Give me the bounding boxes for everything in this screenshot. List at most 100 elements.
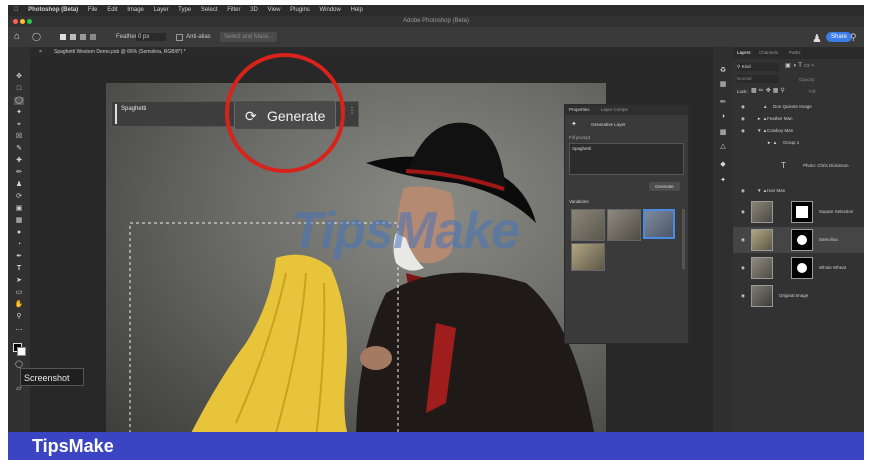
path-select-tool-icon[interactable]: ➤: [14, 277, 24, 285]
dodge-tool-icon[interactable]: ◔: [14, 241, 24, 249]
lasso-tool-icon[interactable]: ◯: [14, 97, 24, 105]
variation-thumbnail[interactable]: [607, 209, 641, 241]
variations-scrollbar[interactable]: [682, 209, 685, 269]
menu-help[interactable]: Help: [351, 7, 363, 13]
quick-select-tool-icon[interactable]: ✦: [14, 109, 24, 117]
variation-thumbnail[interactable]: [571, 243, 605, 271]
hand-tool-icon[interactable]: ✋: [14, 301, 24, 309]
libraries-panel-icon[interactable]: △: [718, 143, 728, 151]
lasso-tool-preset-icon[interactable]: ◯: [32, 27, 41, 47]
brushes-panel-icon[interactable]: ✏: [718, 99, 728, 107]
more-options-icon[interactable]: ⋮: [348, 106, 356, 115]
layer-row[interactable]: ◉ ▼ ▲ Cowboy Man: [733, 125, 864, 137]
share-button[interactable]: Share: [826, 32, 853, 42]
eye-icon[interactable]: ◉: [741, 101, 745, 113]
styles-panel-icon[interactable]: ◆: [718, 161, 728, 169]
frame-tool-icon[interactable]: ☒: [14, 133, 24, 141]
zoom-window-button[interactable]: [27, 19, 32, 24]
layer-row[interactable]: ◉ Original Image: [733, 283, 864, 309]
eye-icon[interactable]: ◉: [741, 283, 745, 309]
generate-button[interactable]: ⟳ Generate: [234, 100, 336, 130]
home-icon[interactable]: ⌂: [14, 27, 20, 47]
filter-icons[interactable]: ▣◑T▭▫: [785, 62, 816, 69]
clone-stamp-icon[interactable]: ♟: [14, 181, 24, 189]
eye-icon[interactable]: ◉: [741, 227, 745, 253]
more-tools-icon[interactable]: ⋯: [14, 327, 24, 335]
blend-mode-dropdown[interactable]: Normal: [737, 75, 779, 83]
screen-mode-icon[interactable]: ▱: [14, 385, 24, 393]
kind-filter-dropdown[interactable]: ⚲ Kind: [737, 63, 779, 71]
menu-select[interactable]: Select: [201, 7, 218, 13]
eraser-tool-icon[interactable]: ▣: [14, 205, 24, 213]
blur-tool-icon[interactable]: ●: [14, 229, 24, 237]
properties-prompt-field[interactable]: Spaghetti: [569, 143, 684, 175]
layer-row[interactable]: ◉ Square Selection: [733, 199, 864, 225]
menu-window[interactable]: Window: [319, 7, 340, 13]
menu-file[interactable]: File: [88, 7, 98, 13]
background-color-swatch[interactable]: [17, 347, 26, 356]
comments-panel-icon[interactable]: ▦: [718, 81, 728, 89]
search-icon[interactable]: ⚲: [850, 27, 857, 47]
variation-thumbnail-selected[interactable]: [643, 209, 675, 239]
paths-panel-icon[interactable]: ✦: [718, 177, 728, 185]
document-tab[interactable]: × Spaghetti Western Demo.psb @ 66% (Semo…: [30, 47, 714, 57]
tab-layer-comps[interactable]: Layer Comps: [601, 107, 628, 112]
eyedropper-tool-icon[interactable]: ✎: [14, 145, 24, 153]
menu-3d[interactable]: 3D: [250, 7, 258, 13]
close-window-button[interactable]: [13, 19, 18, 24]
tab-properties[interactable]: Properties: [569, 107, 590, 112]
menu-plugins[interactable]: Plugins: [290, 7, 310, 13]
layer-row[interactable]: ◉ ▼ ▲ Hair Man: [733, 185, 864, 197]
eye-icon[interactable]: ◉: [741, 255, 745, 281]
add-selection-icon[interactable]: [70, 34, 76, 40]
variation-thumbnail[interactable]: [571, 209, 605, 241]
layer-row[interactable]: ► ▲ Group 1: [733, 137, 864, 149]
feather-input[interactable]: 0 px: [136, 33, 166, 41]
layer-row[interactable]: T Photo: Chris Dickinson: [733, 153, 864, 179]
eye-icon[interactable]: ◉: [741, 125, 745, 137]
layer-row[interactable]: ◉ ► ▲ Feather Man: [733, 113, 864, 125]
apple-icon[interactable]: : [14, 7, 19, 13]
layer-row[interactable]: ◉ Whole Wheat: [733, 255, 864, 281]
eye-icon[interactable]: ◉: [741, 199, 745, 225]
move-tool-icon[interactable]: ✥: [14, 73, 24, 81]
history-panel-icon[interactable]: ♻: [718, 67, 728, 75]
prompt-input[interactable]: Spaghetti: [115, 104, 215, 124]
marquee-tool-icon[interactable]: □: [14, 85, 24, 93]
eye-icon[interactable]: ◉: [741, 185, 745, 197]
menu-type[interactable]: Type: [178, 7, 191, 13]
history-brush-icon[interactable]: ⟳: [14, 193, 24, 201]
pen-tool-icon[interactable]: ✒: [14, 253, 24, 261]
intersect-selection-icon[interactable]: [90, 34, 96, 40]
menu-layer[interactable]: Layer: [154, 7, 169, 13]
properties-panel-icon[interactable]: ▩: [718, 129, 728, 137]
new-selection-icon[interactable]: [60, 34, 66, 40]
tab-paths[interactable]: Paths: [789, 50, 801, 55]
user-icon[interactable]: ♟: [812, 29, 822, 49]
eye-icon[interactable]: ◉: [741, 113, 745, 125]
tab-channels[interactable]: Channels: [759, 50, 778, 55]
layer-row[interactable]: ◉ ▲ Don Quixote Image: [733, 101, 864, 113]
adjustments-panel-icon[interactable]: ◑: [718, 113, 728, 121]
tab-layers[interactable]: Layers: [737, 50, 751, 55]
gradient-tool-icon[interactable]: ▦: [14, 217, 24, 225]
crop-tool-icon[interactable]: ⌖: [14, 121, 24, 129]
properties-generate-button[interactable]: Generate: [649, 182, 680, 191]
antialias-checkbox[interactable]: [176, 34, 183, 41]
menu-edit[interactable]: Edit: [107, 7, 117, 13]
type-tool-icon[interactable]: T: [14, 265, 24, 273]
menu-image[interactable]: Image: [127, 7, 144, 13]
zoom-tool-icon[interactable]: ⚲: [14, 313, 24, 321]
menu-view[interactable]: View: [268, 7, 281, 13]
menu-filter[interactable]: Filter: [227, 7, 240, 13]
rectangle-tool-icon[interactable]: ▭: [14, 289, 24, 297]
healing-brush-icon[interactable]: ✚: [14, 157, 24, 165]
layer-row-selected[interactable]: ◉ Semolina: [733, 227, 864, 253]
minimize-window-button[interactable]: [20, 19, 25, 24]
close-tab-icon[interactable]: ×: [39, 47, 42, 57]
lock-icons[interactable]: ▩✏✥▦⚲: [751, 87, 787, 94]
menu-app[interactable]: Photoshop (Beta): [28, 7, 78, 13]
brush-tool-icon[interactable]: ✏: [14, 169, 24, 177]
subtract-selection-icon[interactable]: [80, 34, 86, 40]
select-and-mask-button[interactable]: Select and Mask...: [220, 32, 278, 42]
